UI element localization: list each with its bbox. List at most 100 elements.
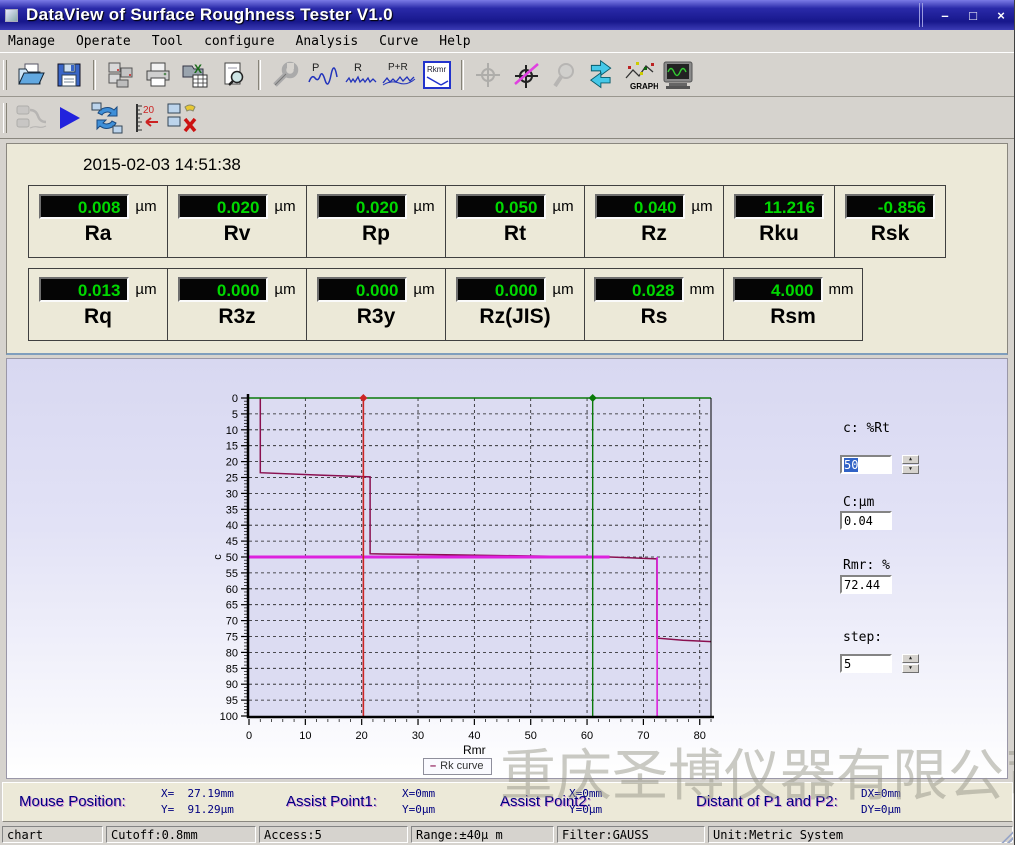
Rsk-display: -0.856 — [845, 194, 935, 219]
Rku-display: 11.216 — [734, 194, 824, 219]
measurement-Rv: 0.020µm Rv — [167, 185, 307, 258]
graph-button[interactable]: GRAPH — [621, 57, 659, 93]
menu-manage[interactable]: Manage — [6, 33, 57, 50]
close-button[interactable]: × — [993, 8, 1009, 23]
status-cutoff: Cutoff:0.8mm — [106, 826, 256, 843]
c-percent-input[interactable]: 50 — [840, 455, 892, 474]
probe-button[interactable] — [12, 100, 50, 136]
open-button[interactable] — [12, 57, 50, 93]
print-preview-button[interactable] — [215, 57, 253, 93]
svg-text:20: 20 — [143, 105, 155, 116]
menu-curve[interactable]: Curve — [377, 33, 420, 50]
data-transfer-button[interactable] — [88, 100, 126, 136]
menu-operate[interactable]: Operate — [74, 33, 133, 50]
export-excel-icon: X — [180, 60, 212, 90]
c-spin-up-button[interactable]: ▲ — [902, 455, 919, 464]
legend-line-sample: – — [430, 760, 436, 772]
probe-icon — [14, 102, 48, 134]
measurement-Rs: 0.028mm Rs — [584, 268, 724, 341]
Rsk-label: Rsk — [871, 222, 910, 246]
Rq-label: Rq — [84, 305, 112, 329]
status-unit: Unit:Metric System — [708, 826, 1013, 843]
Rs-label: Rs — [641, 305, 668, 329]
titlebar-divider — [919, 3, 923, 27]
legend-label: Rk curve — [440, 760, 483, 772]
rmr-percent-input[interactable]: 72.44 — [840, 575, 892, 594]
database-button[interactable] — [101, 57, 139, 93]
C-um-input[interactable]: 0.04 — [840, 511, 892, 530]
rk-analysis-controls: c: %Rt 50 ▲ ▼ C:µm 0.04 Rmr: % 72.44 ste… — [829, 359, 1004, 780]
measurement-Rp: 0.020µm Rp — [306, 185, 446, 258]
toolbar-separator — [461, 60, 464, 90]
title-bar[interactable]: DataView of Surface Roughness Tester V1.… — [0, 0, 1015, 30]
rmr-percent-label: Rmr: % — [843, 558, 890, 573]
swap-arrows-icon — [586, 59, 618, 91]
minimize-button[interactable]: – — [937, 8, 953, 23]
c-spin-down-button[interactable]: ▼ — [902, 465, 919, 474]
step-spin-up-button[interactable]: ▲ — [902, 654, 919, 663]
swap-curve-button[interactable] — [583, 57, 621, 93]
rk-curve-chart[interactable]: 0510152025303540455055606570758085909510… — [7, 359, 767, 780]
Ra-display: 0.008 — [39, 194, 129, 219]
Rs-unit: mm — [690, 281, 715, 298]
open-folder-icon — [15, 60, 47, 90]
svg-text:100: 100 — [220, 711, 238, 723]
rk-curve-button[interactable]: Rkmr — [418, 57, 456, 93]
status-range: Range:±40µ m — [411, 826, 554, 843]
svg-text:10: 10 — [226, 425, 238, 437]
zoom-button[interactable] — [545, 57, 583, 93]
oscilloscope-icon — [661, 59, 695, 91]
mouse-position-label: Mouse Position: — [19, 793, 126, 810]
c-percent-label: c: %Rt — [843, 421, 890, 436]
print-button[interactable] — [139, 57, 177, 93]
Rz-display: 0.040 — [595, 194, 685, 219]
svg-text:50: 50 — [226, 552, 238, 564]
crosshair-cancel-button[interactable] — [507, 57, 545, 93]
C-um-label: C:µm — [843, 495, 874, 510]
Ra-label: Ra — [85, 222, 112, 246]
maximize-button[interactable]: □ — [965, 8, 981, 23]
R3y-unit: µm — [413, 281, 434, 298]
menu-configure[interactable]: configure — [202, 33, 276, 50]
Rv-label: Rv — [224, 222, 251, 246]
p-curve-button[interactable]: P — [304, 57, 342, 93]
Rku-label: Rku — [759, 222, 799, 246]
settings-wrench-button[interactable] — [266, 57, 304, 93]
R3z-label: R3z — [218, 305, 255, 329]
export-excel-button[interactable]: X — [177, 57, 215, 93]
measurement-row-2: 0.013µm Rq 0.000µm R3z 0.000µm R3y 0.000… — [28, 268, 1007, 341]
disconnect-button[interactable] — [164, 100, 202, 136]
svg-text:95: 95 — [226, 695, 238, 707]
oscilloscope-button[interactable] — [659, 57, 697, 93]
svg-text:85: 85 — [226, 663, 238, 675]
rk-curve-icon: Rkmr — [421, 59, 453, 91]
start-measure-button[interactable] — [50, 100, 88, 136]
menu-help[interactable]: Help — [437, 33, 472, 50]
menu-tool[interactable]: Tool — [150, 33, 185, 50]
printer-icon — [143, 60, 173, 90]
pr-curve-button[interactable]: P+R — [380, 57, 418, 93]
measurement-timestamp: 2015-02-03 14:51:38 — [83, 155, 1007, 175]
crosshair-button[interactable] — [469, 57, 507, 93]
svg-text:c: c — [212, 554, 224, 560]
calibration-ruler-icon: 20 — [128, 101, 162, 135]
svg-text:80: 80 — [226, 647, 238, 659]
Rp-display: 0.020 — [317, 194, 407, 219]
toolbar-grip[interactable] — [3, 60, 7, 90]
transfer-arrows-icon — [90, 101, 124, 135]
step-spin-down-button[interactable]: ▼ — [902, 664, 919, 673]
svg-text:20: 20 — [356, 730, 368, 742]
crosshair-icon — [473, 60, 503, 90]
toolbar-grip[interactable] — [3, 103, 7, 133]
save-button[interactable] — [50, 57, 88, 93]
svg-text:60: 60 — [581, 730, 593, 742]
Rq-unit: µm — [135, 281, 156, 298]
menu-analysis[interactable]: Analysis — [294, 33, 361, 50]
calibration-button[interactable]: 20 — [126, 100, 164, 136]
pr-curve-icon: P+R — [381, 60, 417, 90]
step-input[interactable]: 5 — [840, 654, 892, 673]
toolbar-separator — [93, 60, 96, 90]
r-curve-button[interactable]: R — [342, 57, 380, 93]
measurement-row-1: 0.008µm Ra 0.020µm Rv 0.020µm Rp 0.050µm… — [28, 185, 1007, 258]
status-filter: Filter:GAUSS — [557, 826, 705, 843]
